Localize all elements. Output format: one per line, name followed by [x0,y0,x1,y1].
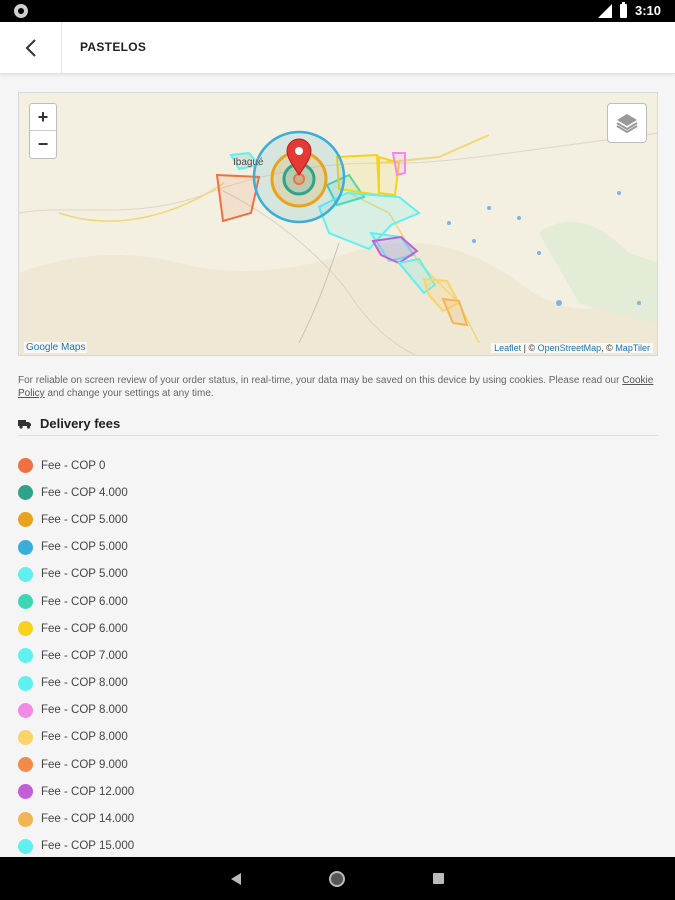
zoom-control: + − [29,103,57,159]
status-time: 3:10 [634,3,661,18]
fee-label: Fee - COP 4.000 [41,486,128,499]
fee-color-dot [18,811,33,827]
fee-item: Fee - COP 8.000 [18,697,134,724]
signal-icon [597,3,612,18]
fee-item: Fee - COP 9.000 [18,751,134,778]
fee-item: Fee - COP 5.000 [18,506,134,533]
fee-color-dot [18,621,33,637]
battery-icon [619,1,627,18]
fee-label: Fee - COP 6.000 [41,595,128,608]
attribution-separator: | © [521,343,538,353]
fee-label: Fee - COP 6.000 [41,622,128,635]
fee-item: Fee - COP 8.000 [18,670,134,697]
leaflet-link[interactable]: Leaflet [494,343,521,353]
fee-color-dot [18,539,33,555]
fee-item: Fee - COP 5.000 [18,561,134,588]
fee-item: Fee - COP 12.000 [18,778,134,805]
fee-label: Fee - COP 12.000 [41,785,135,798]
nav-back-icon[interactable] [231,872,241,885]
fee-label: Fee - COP 5.000 [41,513,128,526]
fee-label: Fee - COP 8.000 [41,731,128,744]
fee-item: Fee - COP 6.000 [18,615,134,642]
page-title: PASTELOS [80,40,147,54]
fee-color-dot [18,838,33,854]
fee-label: Fee - COP 5.000 [41,568,128,581]
fee-color-dot [18,757,33,773]
fee-list: Fee - COP 0 Fee - COP 4.000 Fee - COP 5.… [18,452,134,860]
fee-item: Fee - COP 6.000 [18,588,134,615]
fee-color-dot [18,485,33,501]
fee-label: Fee - COP 8.000 [41,704,128,717]
fee-item: Fee - COP 5.000 [18,534,134,561]
app-bar: PASTELOS [0,22,675,74]
fee-label: Fee - COP 8.000 [41,677,128,690]
fee-label: Fee - COP 14.000 [41,813,135,826]
delivery-fees-title: Delivery fees [40,416,121,431]
fee-item: Fee - COP 8.000 [18,724,134,751]
fee-color-dot [18,512,33,528]
fee-item: Fee - COP 4.000 [18,479,134,506]
fee-label: Fee - COP 7.000 [41,649,128,662]
fee-item: Fee - COP 14.000 [18,805,134,832]
nav-recents-icon[interactable] [433,873,444,884]
back-arrow-icon [25,39,36,57]
fee-color-dot [18,566,33,582]
fee-color-dot [18,594,33,610]
fee-label: Fee - COP 15.000 [41,840,135,853]
maptiler-link[interactable]: MapTiler [615,343,650,353]
osm-link[interactable]: OpenStreetMap [538,343,602,353]
fee-label: Fee - COP 5.000 [41,541,128,554]
cookie-notice: For reliable on screen review of your or… [18,374,658,400]
layers-icon [616,114,638,134]
delivery-map[interactable]: Ibagué + − Google Maps Leaflet | © OpenS… [18,92,658,356]
map-place-label: Ibagué [233,157,264,168]
back-button[interactable] [0,22,62,74]
cookie-text: For reliable on screen review of your or… [18,375,623,386]
zoom-out-button[interactable]: − [30,131,56,158]
zoom-in-button[interactable]: + [30,104,56,131]
nav-home-icon[interactable] [329,870,345,887]
attribution-separator: , © [601,343,616,353]
google-maps-link[interactable]: Google Maps [24,342,88,353]
system-nav-bar [0,857,675,900]
fee-item: Fee - COP 7.000 [18,642,134,669]
fee-item: Fee - COP 0 [18,452,134,479]
fee-color-dot [18,675,33,691]
fee-label: Fee - COP 0 [41,459,106,472]
fee-color-dot [18,458,33,474]
fee-color-dot [18,702,33,718]
map-tiles [19,93,657,355]
fee-color-dot [18,784,33,800]
fee-color-dot [18,648,33,664]
fee-item: Fee - COP 15.000 [18,833,134,860]
status-bar: 3:10 [0,0,675,22]
fee-color-dot [18,729,33,745]
notification-icon [14,4,28,18]
delivery-fees-header: Delivery fees [18,412,658,436]
cookie-text-end: and change your settings at any time. [44,388,214,399]
fee-label: Fee - COP 9.000 [41,758,128,771]
layers-button[interactable] [607,103,647,143]
truck-icon [18,419,31,429]
map-attribution: Leaflet | © OpenStreetMap, © MapTiler [491,343,653,353]
